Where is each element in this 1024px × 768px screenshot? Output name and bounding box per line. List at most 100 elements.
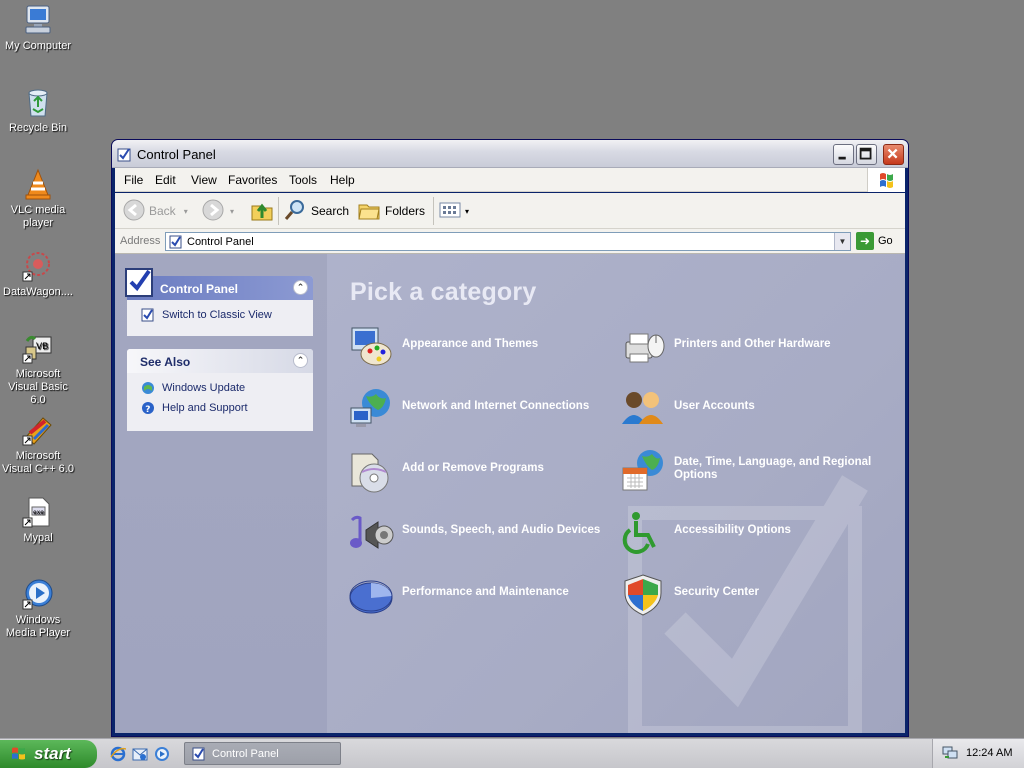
category-add-remove-programs[interactable]: Add or Remove Programs bbox=[348, 446, 610, 494]
category-user-accounts[interactable]: User Accounts bbox=[620, 384, 882, 432]
menu-view[interactable]: View bbox=[191, 173, 217, 187]
control-panel-icon bbox=[192, 747, 206, 761]
address-value: Control Panel bbox=[187, 236, 254, 248]
network-internet-icon bbox=[348, 386, 394, 432]
page-title: Pick a category bbox=[350, 278, 537, 306]
desktop-icon-label: VLC media player bbox=[10, 204, 66, 229]
back-dropdown-icon[interactable]: ▾ bbox=[184, 207, 188, 216]
category-sounds-audio[interactable]: Sounds, Speech, and Audio Devices bbox=[348, 508, 610, 556]
system-tray: 12:24 AM bbox=[932, 739, 1024, 768]
sounds-audio-icon bbox=[348, 510, 394, 556]
help-icon: ? bbox=[141, 401, 155, 415]
desktop-icon-my-computer[interactable]: My Computer bbox=[0, 3, 76, 53]
add-remove-programs-icon bbox=[348, 448, 394, 494]
address-dropdown-icon[interactable]: ▼ bbox=[834, 233, 850, 250]
desktop-icon-label: DataWagon.... bbox=[3, 286, 73, 298]
desktop-icon-visual-basic[interactable]: VB Microsoft Visual Basic 6.0 bbox=[0, 331, 76, 407]
vlc-icon bbox=[21, 167, 55, 201]
category-performance-maintenance[interactable]: Performance and Maintenance bbox=[348, 570, 610, 618]
search-button[interactable]: Search bbox=[283, 199, 349, 223]
views-dropdown-icon: ▾ bbox=[465, 206, 470, 216]
desktop-icon-label: Recycle Bin bbox=[8, 122, 68, 134]
datawagon-icon bbox=[21, 249, 55, 283]
category-network-internet[interactable]: Network and Internet Connections bbox=[348, 384, 610, 432]
windows-media-player-icon bbox=[21, 577, 55, 611]
windows-logo-icon bbox=[867, 168, 905, 192]
control-panel-icon bbox=[169, 235, 183, 249]
desktop-icon-recycle-bin[interactable]: Recycle Bin bbox=[0, 85, 76, 135]
control-panel-icon bbox=[124, 266, 157, 299]
search-icon bbox=[283, 198, 307, 225]
accessibility-icon bbox=[620, 510, 666, 556]
user-accounts-icon bbox=[620, 386, 666, 432]
category-printers-hardware[interactable]: Printers and Other Hardware bbox=[620, 322, 882, 370]
desktop-icon-visual-cpp[interactable]: Microsoft Visual C++ 6.0 bbox=[0, 413, 76, 476]
appearance-themes-icon bbox=[348, 324, 394, 370]
go-arrow-icon: ➜ bbox=[856, 232, 874, 250]
recycle-bin-icon bbox=[21, 85, 55, 119]
standard-toolbar: Back ▾ ▾ Search Folders ▾ bbox=[115, 193, 905, 229]
taskbar-button-control-panel[interactable]: Control Panel bbox=[184, 742, 341, 765]
windows-update-icon bbox=[141, 381, 155, 395]
go-button[interactable]: ➜ Go bbox=[856, 232, 893, 250]
category-appearance-themes[interactable]: Appearance and Themes bbox=[348, 322, 610, 370]
switch-to-classic-view-link[interactable]: Switch to Classic View bbox=[127, 306, 313, 326]
see-also-panel: See Also ⌃ Windows Update ? Help and Sup… bbox=[127, 349, 313, 431]
folders-icon bbox=[357, 198, 381, 225]
control-panel-task-panel: Control Panel ⌃ Switch to Classic View bbox=[125, 268, 313, 336]
address-input[interactable]: Control Panel ▼ bbox=[165, 232, 851, 251]
media-player-quicklaunch-icon[interactable] bbox=[154, 746, 170, 762]
minimize-button[interactable] bbox=[833, 144, 854, 165]
classic-view-icon bbox=[141, 308, 155, 322]
collapse-chevron-icon[interactable]: ⌃ bbox=[293, 280, 308, 295]
desktop-icon-label: Microsoft Visual C++ 6.0 bbox=[2, 450, 74, 475]
menu-tools[interactable]: Tools bbox=[289, 173, 317, 187]
network-tray-icon[interactable] bbox=[942, 746, 958, 760]
menu-help[interactable]: Help bbox=[330, 173, 355, 187]
content-area: Control Panel ⌃ Switch to Classic View S… bbox=[115, 254, 905, 733]
category-accessibility[interactable]: Accessibility Options bbox=[620, 508, 882, 556]
category-security-center[interactable]: Security Center bbox=[620, 570, 882, 618]
help-and-support-link[interactable]: ? Help and Support bbox=[127, 399, 313, 419]
date-time-language-icon bbox=[620, 448, 666, 494]
svg-text:?: ? bbox=[145, 405, 150, 415]
control-panel-panel-header[interactable]: Control Panel ⌃ bbox=[125, 268, 313, 300]
see-also-panel-header[interactable]: See Also ⌃ bbox=[127, 349, 313, 373]
printers-hardware-icon bbox=[620, 324, 666, 370]
category-date-time-language[interactable]: Date, Time, Language, and Regional Optio… bbox=[620, 446, 882, 494]
desktop-icon-label: Mypal bbox=[23, 532, 53, 544]
forward-dropdown-icon[interactable]: ▾ bbox=[230, 207, 234, 216]
desktop-icon-datawagon[interactable]: DataWagon.... bbox=[0, 249, 76, 299]
visual-basic-icon: VB bbox=[21, 331, 55, 365]
window-title: Control Panel bbox=[137, 147, 216, 162]
forward-button[interactable]: ▾ bbox=[202, 199, 234, 223]
control-panel-icon bbox=[117, 147, 132, 162]
security-center-icon bbox=[620, 572, 666, 618]
menu-file[interactable]: File bbox=[124, 173, 143, 187]
internet-explorer-icon[interactable] bbox=[110, 746, 127, 762]
desktop-icon-vlc[interactable]: VLC media player bbox=[0, 167, 76, 230]
up-folder-button[interactable] bbox=[250, 199, 274, 223]
maximize-button[interactable] bbox=[856, 144, 877, 165]
menu-edit[interactable]: Edit bbox=[155, 173, 176, 187]
windows-update-link[interactable]: Windows Update bbox=[127, 379, 313, 399]
start-button[interactable]: start bbox=[0, 740, 97, 768]
back-button[interactable]: Back ▾ bbox=[123, 199, 188, 223]
folders-button[interactable]: Folders bbox=[357, 199, 425, 223]
outlook-express-icon[interactable] bbox=[132, 746, 148, 762]
menu-favorites[interactable]: Favorites bbox=[228, 173, 277, 187]
collapse-chevron-icon[interactable]: ⌃ bbox=[293, 353, 308, 368]
svg-text:exe: exe bbox=[33, 509, 44, 516]
title-bar[interactable]: Control Panel bbox=[112, 140, 908, 168]
performance-maintenance-icon bbox=[348, 572, 394, 618]
desktop-icon-windows-media-player[interactable]: Windows Media Player bbox=[0, 577, 76, 640]
clock[interactable]: 12:24 AM bbox=[966, 747, 1012, 759]
menu-bar: File Edit View Favorites Tools Help bbox=[115, 168, 905, 192]
desktop-icon-mypal[interactable]: exe Mypal bbox=[0, 495, 76, 545]
task-pane: Control Panel ⌃ Switch to Classic View S… bbox=[115, 254, 327, 733]
address-bar: Address Control Panel ▼ ➜ Go bbox=[115, 229, 905, 254]
close-button[interactable] bbox=[883, 144, 904, 165]
forward-arrow-icon bbox=[202, 199, 224, 224]
back-arrow-icon bbox=[123, 199, 145, 224]
views-button[interactable]: ▾ bbox=[438, 199, 469, 223]
